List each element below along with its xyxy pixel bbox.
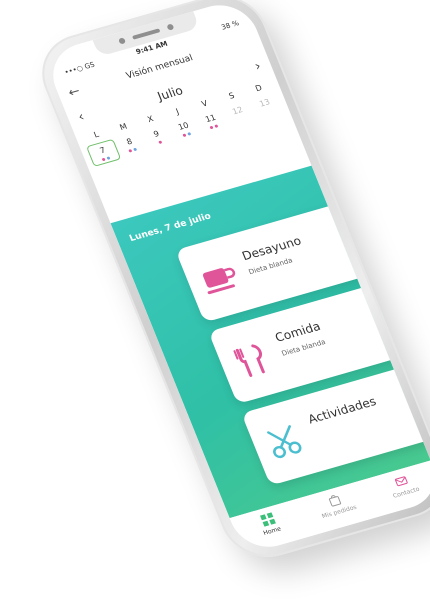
event-dots [254, 106, 283, 117]
event-dots [146, 137, 175, 148]
event-dot [187, 132, 192, 136]
scissors-icon [267, 425, 302, 459]
card-title: Actividades [305, 394, 379, 427]
stage: •••○ GS 9:41 AM 38 % ← Visión mensual ‹ … [0, 0, 430, 607]
mail-icon [395, 476, 409, 487]
camera-icon [118, 37, 127, 45]
day-number: 9 [152, 129, 161, 139]
event-dots [119, 145, 148, 156]
speaker-icon [131, 28, 161, 40]
day-number: 10 [176, 120, 191, 132]
event-dot [209, 125, 214, 130]
tab-label: Mis pedidos [320, 503, 358, 521]
event-dot [182, 133, 187, 138]
coffee-cup-icon [202, 267, 236, 295]
day-number: 11 [203, 112, 218, 125]
event-dot [214, 124, 219, 128]
phone-screen: •••○ GS 9:41 AM 38 % ← Visión mensual ‹ … [42, 0, 430, 556]
event-dot [101, 157, 106, 162]
day-number: 8 [125, 136, 134, 147]
sensor-icon [166, 23, 175, 31]
event-dots [227, 114, 256, 125]
event-dots [173, 129, 202, 140]
tab-label: Contacto [391, 485, 421, 500]
event-dots [200, 122, 229, 133]
card-title: Desayuno [240, 233, 304, 264]
day-number: 7 [98, 145, 107, 156]
event-dots [93, 154, 120, 165]
event-dot [133, 147, 138, 152]
event-dot [106, 156, 111, 160]
phone-device: •••○ GS 9:41 AM 38 % ← Visión mensual ‹ … [28, 0, 430, 568]
bag-icon [328, 495, 342, 507]
battery-label: 38 % [220, 19, 241, 32]
event-dot [128, 149, 133, 153]
home-grid-icon [259, 512, 276, 527]
selected-date-label: Lunes, 7 de julio [128, 211, 213, 245]
event-dot [157, 140, 162, 145]
day-number: 13 [258, 97, 272, 109]
day-number: 12 [231, 105, 245, 117]
tab-label: Home [262, 525, 283, 537]
day-panel: Lunes, 7 de julio Desayuno Dieta blanda [110, 165, 430, 519]
fork-knife-icon [233, 344, 265, 377]
